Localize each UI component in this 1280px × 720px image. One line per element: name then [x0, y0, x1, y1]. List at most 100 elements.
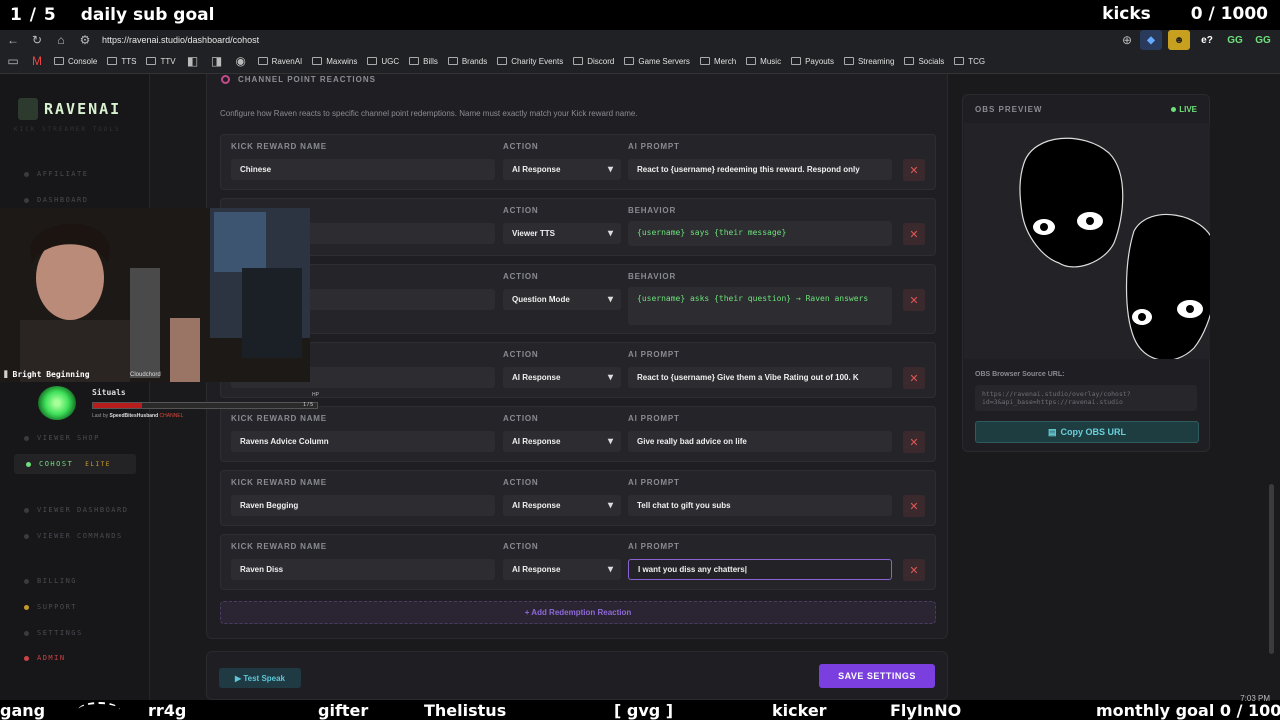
sidebar-item-cohost[interactable]: COHOST ELITE	[14, 454, 136, 474]
bookmark-folder[interactable]: Payouts	[791, 57, 834, 66]
bookmark-folder[interactable]: TCG	[954, 57, 985, 66]
bookmark-folder[interactable]: UGC	[367, 57, 399, 66]
reload-icon[interactable]: ↻	[30, 33, 44, 47]
page-scrollbar[interactable]	[1269, 484, 1274, 654]
obs-url-label: OBS Browser Source URL:	[975, 371, 1065, 378]
bookmark-icon[interactable]: ◨	[210, 54, 224, 68]
reward-name-label: KICK REWARD NAME	[231, 542, 327, 551]
sidebar-item-settings[interactable]: SETTINGS	[24, 629, 83, 637]
reaction-row: KICK REWARD NAME ACTION AI PROMPT Raven …	[220, 534, 936, 590]
brand-tagline: KICK STREAMER TOOLS	[14, 126, 121, 133]
sidebar-item-viewer-dashboard[interactable]: VIEWER DASHBOARD	[24, 506, 128, 514]
panel-description: Configure how Raven reacts to specific c…	[220, 109, 638, 118]
bookmark[interactable]: Maxwins	[312, 57, 357, 66]
action-select[interactable]: AI Response	[503, 367, 621, 388]
ticker-item: gifter	[318, 701, 369, 720]
widget-name: Situals	[92, 388, 126, 397]
reaction-icon	[221, 75, 230, 84]
extension-icon[interactable]: GG	[1224, 30, 1246, 50]
sidebar-item-billing[interactable]: BILLING	[24, 577, 77, 585]
cam-label: Cloudchord	[130, 372, 161, 378]
action-select[interactable]: AI Response	[503, 431, 621, 452]
action-select[interactable]: Question Mode	[503, 289, 621, 310]
add-redemption-reaction-button[interactable]: + Add Redemption Reaction	[220, 601, 936, 624]
delete-row-button[interactable]: ✕	[903, 289, 925, 311]
bookmark-folder[interactable]: Charity Events	[497, 57, 563, 66]
extension-icon[interactable]: ☻	[1168, 30, 1190, 50]
prompt-label: AI PROMPT	[628, 478, 680, 487]
delete-row-button[interactable]: ✕	[903, 495, 925, 517]
action-select[interactable]: Viewer TTS	[503, 223, 621, 244]
dot-icon	[24, 578, 29, 584]
apps-icon[interactable]: ▭	[6, 54, 20, 68]
delete-row-button[interactable]: ✕	[903, 159, 925, 181]
sidebar-item-affiliate[interactable]: AFFILIATE	[24, 170, 88, 178]
prompt-input[interactable]: I want you diss any chatters|	[628, 559, 892, 580]
delete-row-button[interactable]: ✕	[903, 431, 925, 453]
prompt-input[interactable]: React to {username} Give them a Vibe Rat…	[628, 367, 892, 388]
reward-name-input[interactable]: Chinese	[231, 159, 495, 180]
back-icon[interactable]: ←	[6, 33, 20, 47]
logo: RAVENAI	[18, 98, 121, 120]
obs-url-field[interactable]: https://ravenai.studio/overlay/cohost?id…	[975, 385, 1197, 411]
behavior-display: {username} asks {their question} → Raven…	[628, 287, 892, 325]
action-select[interactable]: AI Response	[503, 559, 621, 580]
reaction-row: KICK REWARD NAME ACTION AI PROMPT Raven …	[220, 470, 936, 526]
reward-name-input[interactable]: Raven Diss	[231, 559, 495, 580]
prompt-input[interactable]: Give really bad advice on life	[628, 431, 892, 452]
sidebar-item-admin[interactable]: ADMIN	[24, 654, 66, 662]
extension-icon[interactable]: GG	[1252, 30, 1274, 50]
bookmark-folder[interactable]: Streaming	[843, 57, 894, 66]
gmail-icon[interactable]: M	[30, 54, 44, 68]
delete-row-button[interactable]: ✕	[903, 223, 925, 245]
live-dot-icon	[1171, 107, 1177, 112]
raven-avatar-illustration	[1019, 137, 1218, 361]
copy-obs-url-button[interactable]: ▤ Copy OBS URL	[975, 421, 1199, 443]
bookmark[interactable]: TTV	[146, 57, 176, 66]
bookmark-folder[interactable]: Socials	[904, 57, 944, 66]
bookmarks-bar: ▭ M Console TTS TTV ◧ ◨ ◉ RavenAI Maxwin…	[0, 50, 1280, 72]
home-icon[interactable]: ⌂	[54, 33, 68, 47]
bookmark-folder[interactable]: Discord	[573, 57, 614, 66]
scene-label: ⫼ Bright Beginning	[4, 370, 90, 379]
hp-bar: 1 / 5	[92, 402, 318, 409]
reaction-row: ACTION BEHAVIOR stion Question Mode {use…	[220, 264, 936, 334]
action-select[interactable]: AI Response	[503, 159, 621, 180]
sidebar-item-dashboard[interactable]: DASHBOARD	[24, 196, 88, 204]
delete-row-button[interactable]: ✕	[903, 367, 925, 389]
reward-name-input[interactable]: Ravens Advice Column	[231, 431, 495, 452]
bookmark[interactable]: TTS	[107, 57, 136, 66]
bookmark-folder[interactable]: Bills	[409, 57, 438, 66]
sidebar-item-viewer-shop[interactable]: VIEWER SHOP	[24, 434, 100, 442]
prompt-input[interactable]: Tell chat to gift you subs	[628, 495, 892, 516]
bookmark-icon[interactable]: ◧	[186, 54, 200, 68]
bookmark-folder[interactable]: Music	[746, 57, 781, 66]
bookmark[interactable]: Console	[54, 57, 97, 66]
ticker-item: kicker	[772, 701, 827, 720]
action-label: ACTION	[503, 272, 539, 281]
prompt-input[interactable]: React to {username} redeeming this rewar…	[628, 159, 892, 180]
zoom-icon[interactable]: ⊕	[1120, 33, 1134, 47]
sidebar-item-viewer-commands[interactable]: VIEWER COMMANDS	[24, 532, 123, 540]
dot-icon	[24, 507, 29, 513]
dot-icon	[24, 630, 29, 636]
bookmark-folder[interactable]: Brands	[447, 57, 487, 66]
bookmark-icon[interactable]: ◉	[234, 54, 248, 68]
bookmark-folder[interactable]: Game Servers	[624, 57, 690, 66]
action-select[interactable]: AI Response	[503, 495, 621, 516]
kicks-label: kicks	[1102, 4, 1151, 24]
extension-icon[interactable]: e?	[1196, 30, 1218, 50]
reaction-row: ACTION BEHAVIOR Viewer TTS {username} sa…	[220, 198, 936, 256]
bookmark-folder[interactable]: Merch	[699, 57, 736, 66]
delete-row-button[interactable]: ✕	[903, 559, 925, 581]
address-bar[interactable]: https://ravenai.studio/dashboard/cohost	[102, 35, 259, 45]
test-speak-button[interactable]: ▶ Test Speak	[219, 668, 301, 688]
sidebar-item-support[interactable]: SUPPORT	[24, 603, 77, 611]
obs-preview-title: OBS PREVIEW	[975, 105, 1043, 114]
reward-name-input[interactable]: Raven Begging	[231, 495, 495, 516]
bookmark[interactable]: RavenAI	[257, 57, 302, 66]
extension-icon[interactable]: ◆	[1140, 30, 1162, 50]
save-settings-button[interactable]: SAVE SETTINGS	[819, 664, 935, 688]
prompt-label: AI PROMPT	[628, 542, 680, 551]
site-info-icon[interactable]: ⚙	[78, 33, 92, 47]
